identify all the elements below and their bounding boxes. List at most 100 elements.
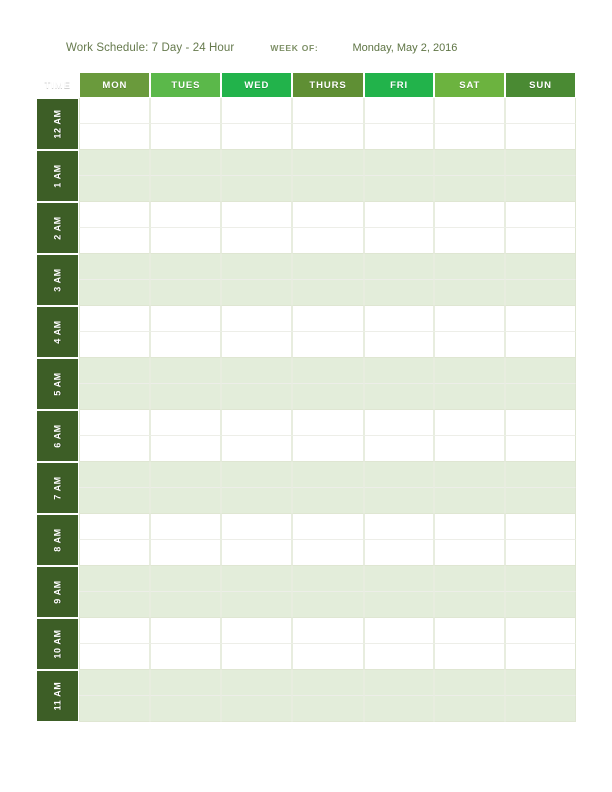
schedule-slot[interactable] [505, 644, 576, 670]
schedule-slot[interactable] [434, 540, 506, 566]
schedule-slot[interactable] [363, 566, 435, 592]
schedule-slot[interactable] [434, 228, 506, 254]
schedule-slot[interactable] [221, 696, 293, 722]
schedule-slot[interactable] [150, 592, 222, 618]
schedule-slot[interactable] [505, 254, 576, 280]
schedule-slot[interactable] [292, 332, 364, 358]
schedule-slot[interactable] [79, 358, 151, 384]
schedule-slot[interactable] [505, 228, 576, 254]
schedule-slot[interactable] [221, 306, 293, 332]
schedule-slot[interactable] [505, 358, 576, 384]
schedule-slot[interactable] [150, 98, 222, 124]
schedule-slot[interactable] [363, 176, 435, 202]
schedule-slot[interactable] [505, 332, 576, 358]
schedule-slot[interactable] [292, 566, 364, 592]
schedule-slot[interactable] [434, 670, 506, 696]
schedule-slot[interactable] [363, 254, 435, 280]
schedule-slot[interactable] [292, 228, 364, 254]
schedule-slot[interactable] [79, 540, 151, 566]
schedule-slot[interactable] [363, 592, 435, 618]
schedule-slot[interactable] [79, 514, 151, 540]
schedule-slot[interactable] [363, 358, 435, 384]
schedule-slot[interactable] [221, 410, 293, 436]
schedule-slot[interactable] [363, 410, 435, 436]
schedule-slot[interactable] [150, 696, 222, 722]
schedule-slot[interactable] [292, 410, 364, 436]
schedule-slot[interactable] [292, 306, 364, 332]
schedule-slot[interactable] [505, 280, 576, 306]
schedule-slot[interactable] [150, 332, 222, 358]
schedule-slot[interactable] [363, 514, 435, 540]
schedule-slot[interactable] [292, 176, 364, 202]
schedule-slot[interactable] [505, 618, 576, 644]
schedule-slot[interactable] [363, 202, 435, 228]
schedule-slot[interactable] [292, 358, 364, 384]
schedule-slot[interactable] [292, 644, 364, 670]
schedule-slot[interactable] [79, 150, 151, 176]
schedule-slot[interactable] [505, 670, 576, 696]
schedule-slot[interactable] [363, 462, 435, 488]
schedule-slot[interactable] [221, 618, 293, 644]
schedule-slot[interactable] [150, 670, 222, 696]
schedule-slot[interactable] [150, 384, 222, 410]
schedule-slot[interactable] [221, 670, 293, 696]
column-header-mon[interactable]: MON [79, 72, 151, 98]
schedule-slot[interactable] [505, 436, 576, 462]
schedule-slot[interactable] [505, 488, 576, 514]
schedule-slot[interactable] [292, 670, 364, 696]
schedule-slot[interactable] [363, 98, 435, 124]
schedule-slot[interactable] [505, 306, 576, 332]
schedule-slot[interactable] [221, 280, 293, 306]
schedule-slot[interactable] [434, 696, 506, 722]
schedule-slot[interactable] [79, 98, 151, 124]
schedule-slot[interactable] [79, 462, 151, 488]
schedule-slot[interactable] [221, 540, 293, 566]
schedule-slot[interactable] [505, 592, 576, 618]
schedule-slot[interactable] [221, 514, 293, 540]
schedule-slot[interactable] [434, 462, 506, 488]
column-header-wed[interactable]: WED [221, 72, 293, 98]
schedule-slot[interactable] [363, 540, 435, 566]
schedule-slot[interactable] [221, 332, 293, 358]
schedule-slot[interactable] [434, 124, 506, 150]
schedule-slot[interactable] [221, 566, 293, 592]
schedule-slot[interactable] [363, 124, 435, 150]
schedule-slot[interactable] [505, 124, 576, 150]
schedule-slot[interactable] [434, 618, 506, 644]
schedule-slot[interactable] [434, 436, 506, 462]
schedule-slot[interactable] [79, 202, 151, 228]
schedule-slot[interactable] [221, 150, 293, 176]
schedule-slot[interactable] [221, 202, 293, 228]
schedule-slot[interactable] [505, 514, 576, 540]
schedule-slot[interactable] [150, 514, 222, 540]
schedule-slot[interactable] [150, 488, 222, 514]
schedule-slot[interactable] [292, 514, 364, 540]
schedule-slot[interactable] [79, 696, 151, 722]
schedule-slot[interactable] [363, 488, 435, 514]
schedule-slot[interactable] [363, 332, 435, 358]
schedule-slot[interactable] [79, 670, 151, 696]
schedule-slot[interactable] [150, 566, 222, 592]
schedule-slot[interactable] [79, 436, 151, 462]
schedule-slot[interactable] [150, 540, 222, 566]
schedule-slot[interactable] [79, 410, 151, 436]
schedule-slot[interactable] [363, 150, 435, 176]
schedule-slot[interactable] [292, 618, 364, 644]
schedule-slot[interactable] [221, 228, 293, 254]
schedule-slot[interactable] [434, 98, 506, 124]
column-header-sat[interactable]: SAT [434, 72, 506, 98]
schedule-slot[interactable] [292, 98, 364, 124]
schedule-slot[interactable] [150, 306, 222, 332]
schedule-slot[interactable] [363, 306, 435, 332]
schedule-slot[interactable] [150, 358, 222, 384]
schedule-slot[interactable] [434, 384, 506, 410]
schedule-slot[interactable] [150, 280, 222, 306]
schedule-slot[interactable] [150, 254, 222, 280]
schedule-slot[interactable] [434, 176, 506, 202]
schedule-slot[interactable] [505, 696, 576, 722]
schedule-slot[interactable] [292, 462, 364, 488]
schedule-slot[interactable] [363, 436, 435, 462]
schedule-slot[interactable] [221, 462, 293, 488]
schedule-slot[interactable] [292, 280, 364, 306]
schedule-slot[interactable] [434, 644, 506, 670]
